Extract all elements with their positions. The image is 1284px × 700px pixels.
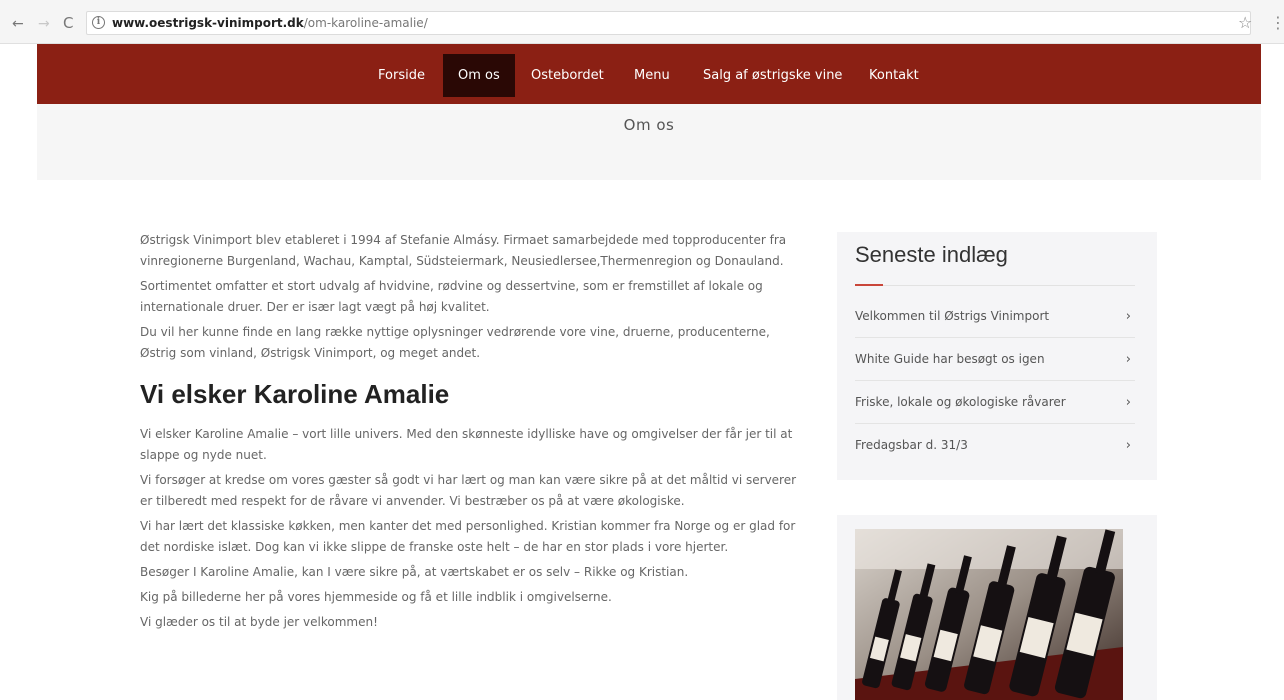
wine-bottles-photo (855, 529, 1123, 700)
reload-icon[interactable]: C (63, 14, 73, 32)
back-arrow-icon[interactable]: ← (12, 16, 24, 32)
recent-post-link[interactable]: Friske, lokale og økologiske råvarer › (855, 381, 1135, 424)
widget-accent-bar (855, 284, 883, 286)
site-info-icon[interactable]: i (92, 16, 105, 29)
article-content: Østrigsk Vinimport blev etableret i 1994… (140, 230, 805, 637)
intro-paragraph: Du vil her kunne finde en lang række nyt… (140, 325, 770, 360)
url-path: /om-karoline-amalie/ (303, 16, 428, 30)
wine-bottles-illustration (855, 529, 1123, 700)
chevron-right-icon: › (1125, 438, 1131, 453)
forward-arrow-icon[interactable]: → (38, 16, 50, 32)
url-text[interactable]: www.oestrigsk-vinimport.dk/om-karoline-a… (112, 16, 428, 30)
browser-menu-icon[interactable]: ⋮ (1270, 13, 1284, 32)
recent-post-label: Friske, lokale og økologiske råvarer (855, 395, 1066, 409)
body-paragraph: Vi glæder os til at byde jer velkommen! (140, 615, 378, 629)
body-paragraph: Vi forsøger at kredse om vores gæster så… (140, 473, 797, 508)
chevron-right-icon: › (1125, 395, 1131, 410)
body-paragraph: Besøger I Karoline Amalie, kan I være si… (140, 565, 689, 579)
nav-item-salg-af-vine[interactable]: Salg af østrigske vine (703, 54, 842, 97)
recent-post-link[interactable]: Velkommen til Østrigs Vinimport › (855, 295, 1135, 338)
intro-paragraph: Østrigsk Vinimport blev etableret i 1994… (140, 233, 787, 268)
nav-item-kontakt[interactable]: Kontakt (869, 54, 919, 97)
browser-toolbar: ← → C i www.oestrigsk-vinimport.dk/om-ka… (0, 0, 1284, 44)
recent-post-link[interactable]: Fredagsbar d. 31/3 › (855, 424, 1135, 467)
nav-item-menu[interactable]: Menu (634, 54, 670, 97)
nav-item-ostebordet[interactable]: Ostebordet (531, 54, 604, 97)
url-host: www.oestrigsk-vinimport.dk (112, 16, 304, 30)
recent-post-label: White Guide har besøgt os igen (855, 352, 1045, 366)
main-navigation: Forside Om os Ostebordet Menu Salg af øs… (37, 44, 1261, 104)
recent-post-link[interactable]: White Guide har besøgt os igen › (855, 338, 1135, 381)
body-paragraph: Vi har lært det klassiske køkken, men ka… (140, 519, 796, 554)
article-heading: Vi elsker Karoline Amalie (140, 379, 450, 409)
widget-divider (855, 285, 1135, 286)
bookmark-star-icon[interactable]: ☆ (1238, 13, 1252, 32)
nav-item-om-os[interactable]: Om os (443, 54, 515, 97)
page-title-banner: Om os (37, 104, 1261, 180)
body-paragraph: Vi elsker Karoline Amalie – vort lille u… (140, 427, 793, 462)
nav-item-forside[interactable]: Forside (378, 54, 425, 97)
recent-post-label: Velkommen til Østrigs Vinimport (855, 309, 1050, 323)
chevron-right-icon: › (1125, 352, 1131, 367)
recent-post-label: Fredagsbar d. 31/3 (855, 438, 968, 452)
body-paragraph: Kig på billederne her på vores hjemmesid… (140, 590, 612, 604)
address-bar[interactable]: i www.oestrigsk-vinimport.dk/om-karoline… (86, 11, 1251, 35)
chevron-right-icon: › (1125, 309, 1131, 324)
page-title: Om os (623, 116, 675, 134)
intro-paragraph: Sortimentet omfatter et stort udvalg af … (140, 279, 763, 314)
widget-title: Seneste indlæg (855, 242, 1008, 267)
recent-posts-widget: Seneste indlæg Velkommen til Østrigs Vin… (837, 232, 1157, 480)
image-widget (837, 515, 1157, 700)
